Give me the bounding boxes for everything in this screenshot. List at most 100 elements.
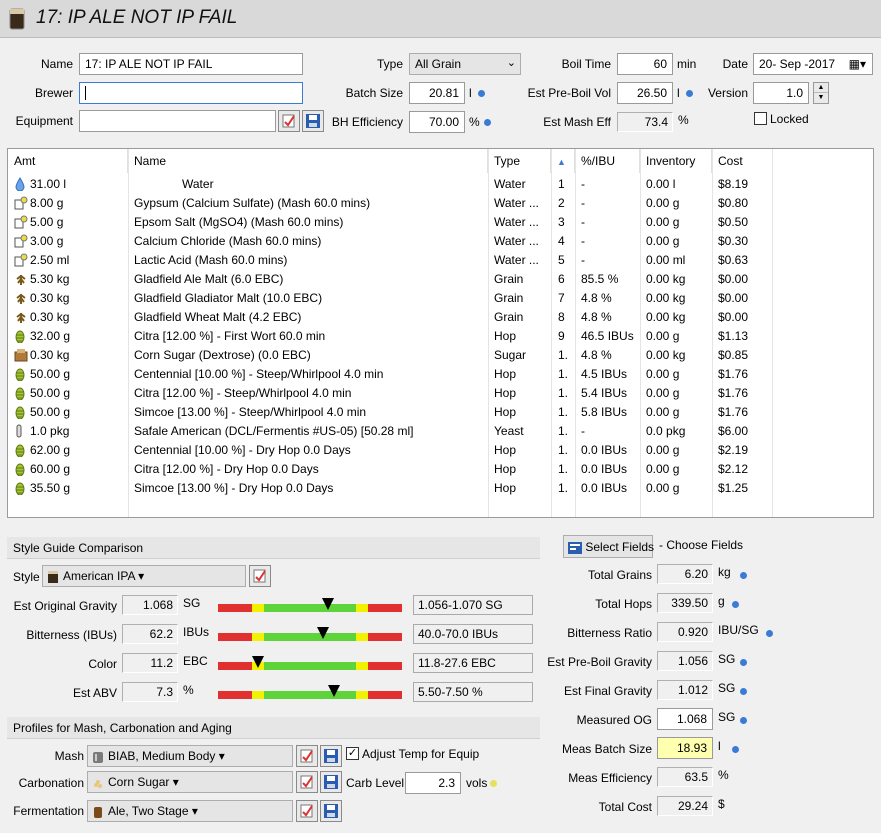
locked-checkbox[interactable] bbox=[754, 112, 767, 125]
ingredient-row[interactable]: 0.30 kg Gladfield Gladiator Malt (10.0 EB… bbox=[8, 289, 873, 308]
ingredient-row[interactable]: 2.50 ml Lactic Acid (Mash 60.0 mins) Water… bbox=[8, 251, 873, 270]
col-header-name[interactable]: Name bbox=[128, 149, 488, 173]
style-edit-button[interactable] bbox=[249, 565, 271, 587]
mash-save-button[interactable] bbox=[320, 745, 342, 767]
carbonation-save-button[interactable] bbox=[320, 771, 342, 793]
stat-value-input[interactable]: 1.068 bbox=[657, 708, 713, 730]
ingredient-row[interactable]: 5.00 g Epsom Salt (MgSO4) (Mash 60.0 mins… bbox=[8, 213, 873, 232]
ingredient-name[interactable]: Gladfield Gladiator Malt (10.0 EBC) bbox=[134, 289, 484, 308]
ingredient-amount[interactable]: 35.50 g bbox=[30, 479, 70, 498]
select-fields-button[interactable]: Select Fields bbox=[563, 535, 654, 558]
ingredient-amount[interactable]: 3.00 g bbox=[30, 232, 63, 251]
ingredient-amount[interactable]: 50.00 g bbox=[30, 403, 70, 422]
ingredient-amount[interactable]: 31.00 l bbox=[30, 175, 66, 194]
carbonation-edit-button[interactable] bbox=[296, 771, 318, 793]
col-header-type[interactable]: Type bbox=[488, 149, 551, 173]
info-dot-icon[interactable] bbox=[740, 572, 747, 579]
ingredient-name[interactable]: Gladfield Wheat Malt (4.2 EBC) bbox=[134, 308, 484, 327]
ingredient-name[interactable]: Gypsum (Calcium Sulfate) (Mash 60.0 mins… bbox=[134, 194, 484, 213]
carb-level-input[interactable]: 2.3 bbox=[405, 772, 461, 794]
ingredient-row[interactable]: 32.00 g Citra [12.00 %] - First Wort 60.0… bbox=[8, 327, 873, 346]
ingredient-amount[interactable]: 32.00 g bbox=[30, 327, 70, 346]
ingredient-name[interactable]: Centennial [10.00 %] - Dry Hop 0.0 Days bbox=[134, 441, 484, 460]
mash-edit-button[interactable] bbox=[296, 745, 318, 767]
col-header-inventory[interactable]: Inventory bbox=[640, 149, 712, 173]
version-input[interactable]: 1.0 bbox=[753, 82, 809, 104]
ingredient-row[interactable]: 62.00 g Centennial [10.00 %] - Dry Hop 0.… bbox=[8, 441, 873, 460]
info-dot-icon[interactable] bbox=[490, 780, 497, 787]
pre-boil-vol-input[interactable]: 26.50 bbox=[617, 82, 673, 104]
ingredient-name[interactable]: Safale American (DCL/Fermentis #US-05) [… bbox=[134, 422, 484, 441]
ingredient-amount[interactable]: 62.00 g bbox=[30, 441, 70, 460]
ingredient-name[interactable]: Epsom Salt (MgSO4) (Mash 60.0 mins) bbox=[134, 213, 484, 232]
ingredient-amount[interactable]: 0.30 kg bbox=[30, 346, 69, 365]
fermentation-select[interactable]: Ale, Two Stage ▾ bbox=[87, 800, 293, 822]
ingredient-amount[interactable]: 0.30 kg bbox=[30, 289, 69, 308]
ingredient-amount[interactable]: 60.00 g bbox=[30, 460, 70, 479]
ingredient-row[interactable]: 50.00 g Simcoe [13.00 %] - Steep/Whirlpoo… bbox=[8, 403, 873, 422]
spin-up-icon[interactable]: ▲ bbox=[814, 83, 828, 93]
info-dot-icon[interactable] bbox=[740, 717, 747, 724]
ingredient-name[interactable]: Citra [12.00 %] - Dry Hop 0.0 Days bbox=[134, 460, 484, 479]
ingredient-name[interactable]: Centennial [10.00 %] - Steep/Whirlpool 4… bbox=[134, 365, 484, 384]
ingredient-name[interactable]: Corn Sugar (Dextrose) (0.0 EBC) bbox=[134, 346, 484, 365]
boil-time-input[interactable]: 60 bbox=[617, 53, 673, 75]
ingredient-amount[interactable]: 5.30 kg bbox=[30, 270, 69, 289]
ingredient-name[interactable]: Citra [12.00 %] - First Wort 60.0 min bbox=[134, 327, 484, 346]
info-dot-icon[interactable] bbox=[732, 601, 739, 608]
ingredient-name[interactable]: Citra [12.00 %] - Steep/Whirlpool 4.0 mi… bbox=[134, 384, 484, 403]
brewer-input[interactable] bbox=[79, 82, 303, 104]
col-header-order[interactable]: ▲ bbox=[551, 149, 575, 173]
fermentation-save-button[interactable] bbox=[320, 800, 342, 822]
type-select[interactable]: All Grain ⌄ bbox=[409, 53, 521, 75]
info-dot-icon[interactable] bbox=[740, 659, 747, 666]
mash-profile-select[interactable]: BIAB, Medium Body ▾ bbox=[87, 745, 293, 767]
ingredient-name[interactable]: Lactic Acid (Mash 60.0 mins) bbox=[134, 251, 484, 270]
ingredient-amount[interactable]: 50.00 g bbox=[30, 384, 70, 403]
ingredient-row[interactable]: 0.30 kg Corn Sugar (Dextrose) (0.0 EBC) Su… bbox=[8, 346, 873, 365]
col-header-cost[interactable]: Cost bbox=[712, 149, 772, 173]
info-dot-icon[interactable] bbox=[484, 119, 491, 126]
ingredient-amount[interactable]: 5.00 g bbox=[30, 213, 63, 232]
date-picker[interactable]: 20- Sep -2017 ▦▾ bbox=[753, 53, 873, 75]
ingredient-row[interactable]: 8.00 g Gypsum (Calcium Sulfate) (Mash 60.… bbox=[8, 194, 873, 213]
ingredient-amount[interactable]: 1.0 pkg bbox=[30, 422, 69, 441]
adjust-temp-checkbox[interactable]: ✓ bbox=[346, 747, 359, 760]
spin-down-icon[interactable]: ▼ bbox=[814, 93, 828, 103]
name-input[interactable]: 17: IP ALE NOT IP FAIL bbox=[79, 53, 303, 75]
ingredient-name[interactable]: Water bbox=[182, 175, 532, 194]
info-dot-icon[interactable] bbox=[766, 630, 773, 637]
info-dot-icon[interactable] bbox=[740, 688, 747, 695]
ingredient-row[interactable]: 1.0 pkg Safale American (DCL/Fermentis #U… bbox=[8, 422, 873, 441]
style-select[interactable]: American IPA ▾ bbox=[42, 565, 246, 587]
ingredient-row[interactable]: 50.00 g Citra [12.00 %] - Steep/Whirlpool… bbox=[8, 384, 873, 403]
ingredient-name[interactable]: Calcium Chloride (Mash 60.0 mins) bbox=[134, 232, 484, 251]
ingredient-row[interactable]: 3.00 g Calcium Chloride (Mash 60.0 mins) W… bbox=[8, 232, 873, 251]
bh-efficiency-input[interactable]: 70.00 bbox=[409, 111, 465, 133]
equipment-edit-button[interactable] bbox=[278, 110, 300, 132]
ingredient-row[interactable]: 5.30 kg Gladfield Ale Malt (6.0 EBC) Grain… bbox=[8, 270, 873, 289]
ingredient-row[interactable]: 0.30 kg Gladfield Wheat Malt (4.2 EBC) Gra… bbox=[8, 308, 873, 327]
ingredient-row[interactable]: 35.50 g Simcoe [13.00 %] - Dry Hop 0.0 Da… bbox=[8, 479, 873, 498]
fermentation-edit-button[interactable] bbox=[296, 800, 318, 822]
ingredient-row[interactable]: 60.00 g Citra [12.00 %] - Dry Hop 0.0 Day… bbox=[8, 460, 873, 479]
equipment-input[interactable] bbox=[79, 110, 276, 132]
ingredient-amount[interactable]: 2.50 ml bbox=[30, 251, 69, 270]
info-dot-icon[interactable] bbox=[686, 90, 693, 97]
ingredient-amount[interactable]: 0.30 kg bbox=[30, 308, 69, 327]
stat-value-input[interactable]: 18.93 bbox=[657, 737, 713, 759]
ingredient-amount[interactable]: 50.00 g bbox=[30, 365, 70, 384]
ingredient-name[interactable]: Simcoe [13.00 %] - Dry Hop 0.0 Days bbox=[134, 479, 484, 498]
col-header-pct-ibu[interactable]: %/IBU bbox=[575, 149, 640, 173]
ingredient-name[interactable]: Gladfield Ale Malt (6.0 EBC) bbox=[134, 270, 484, 289]
carbonation-select[interactable]: Corn Sugar ▾ bbox=[87, 771, 293, 793]
col-header-amt[interactable]: Amt bbox=[8, 149, 128, 173]
ingredient-amount[interactable]: 8.00 g bbox=[30, 194, 63, 213]
ingredient-name[interactable]: Simcoe [13.00 %] - Steep/Whirlpool 4.0 m… bbox=[134, 403, 484, 422]
version-spinner[interactable]: ▲ ▼ bbox=[813, 82, 829, 104]
calendar-icon[interactable]: ▦▾ bbox=[849, 57, 866, 71]
ingredient-row[interactable]: 31.00 l Water Water 1-0.00 l $8.19 bbox=[8, 175, 873, 194]
info-dot-icon[interactable] bbox=[732, 746, 739, 753]
ingredient-row[interactable]: 50.00 g Centennial [10.00 %] - Steep/Whir… bbox=[8, 365, 873, 384]
info-dot-icon[interactable] bbox=[478, 90, 485, 97]
